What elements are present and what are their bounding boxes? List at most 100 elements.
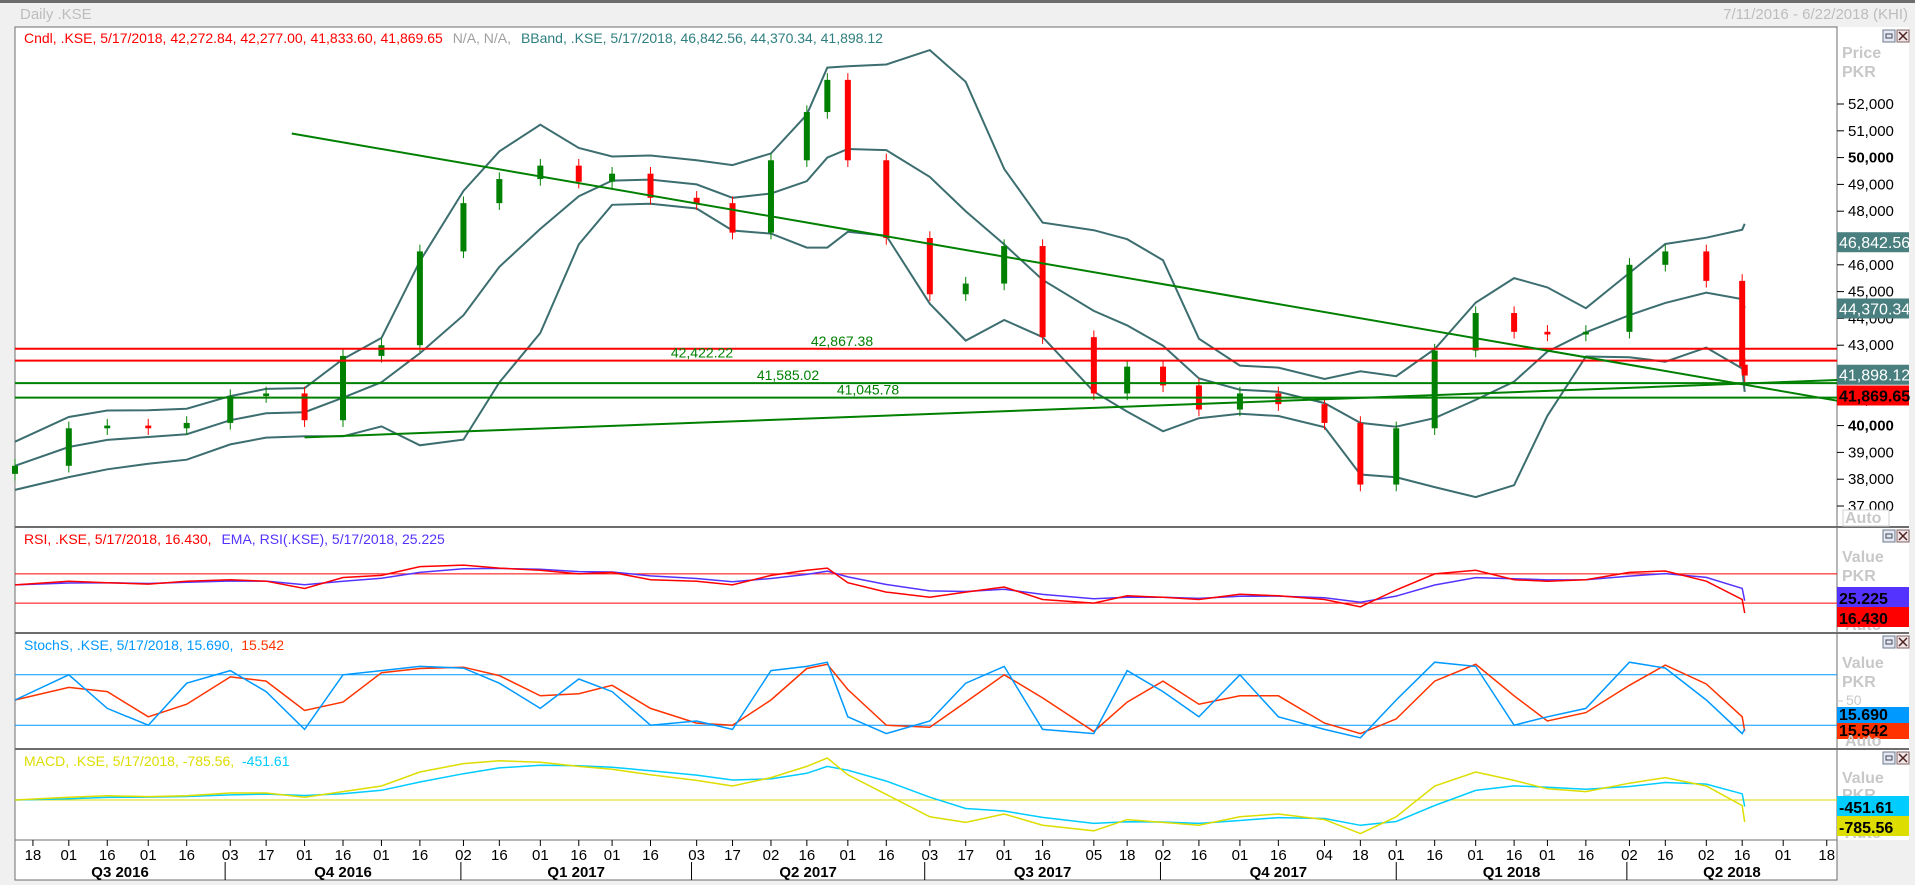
quarter-label: Q2 2017	[779, 864, 837, 881]
candle-body[interactable]	[1582, 331, 1589, 335]
horizontal-line-label: 41,045.78	[837, 382, 899, 398]
time-tick-label: 16	[1506, 847, 1523, 864]
price-tick-label: 43,000	[1848, 337, 1894, 354]
time-tick-label: 01	[60, 847, 77, 864]
candle-body[interactable]	[1472, 313, 1479, 351]
candle-body[interactable]	[1544, 331, 1551, 335]
candle-body[interactable]	[803, 112, 810, 161]
candle-body[interactable]	[1703, 251, 1710, 281]
candle-body[interactable]	[378, 345, 385, 356]
quarter-label: Q3 2017	[1014, 864, 1072, 881]
time-tick-label: 01	[373, 847, 390, 864]
time-tick-label: 17	[258, 847, 275, 864]
price-tick-label: 48,000	[1848, 203, 1894, 220]
value-badge-label: 41,898.12	[1839, 368, 1910, 385]
candle-body[interactable]	[962, 283, 969, 295]
candle-body[interactable]	[844, 79, 851, 161]
time-tick-label: 04	[1316, 847, 1333, 864]
time-tick-label: 01	[839, 847, 856, 864]
time-tick-label: 03	[222, 847, 239, 864]
candle-body[interactable]	[1511, 313, 1518, 332]
quarter-label: Q1 2018	[1483, 864, 1541, 881]
candle-body[interactable]	[12, 465, 18, 474]
candle-body[interactable]	[263, 393, 270, 397]
candle-body[interactable]	[1626, 264, 1633, 332]
price-tick-label: 40,000	[1848, 418, 1894, 435]
candle-body[interactable]	[340, 355, 347, 421]
candle-body[interactable]	[609, 173, 616, 182]
price-tick-label: 39,000	[1848, 444, 1894, 461]
stoch-auto-label[interactable]: Auto	[1845, 733, 1882, 750]
bband-legend: BBand, .KSE, 5/17/2018, 46,842.56, 44,37…	[521, 30, 883, 46]
stoch-axis-unit: PKR	[1842, 674, 1876, 691]
price-tick-label: 51,000	[1848, 123, 1894, 140]
time-tick-label: 01	[996, 847, 1013, 864]
candle-body[interactable]	[460, 203, 467, 252]
na-legend: N/A, N/A,	[453, 30, 511, 46]
candle-body[interactable]	[883, 160, 890, 238]
candle-body[interactable]	[1741, 364, 1748, 376]
candle-body[interactable]	[1662, 251, 1669, 265]
restore-panel-button[interactable]	[1882, 751, 1896, 765]
stoch-tick-50-label: 50	[1846, 692, 1862, 708]
time-tick-label: 01	[1388, 847, 1405, 864]
value-badge-label: 46,842.56	[1839, 235, 1910, 252]
macd-legend-value: MACD, .KSE, 5/17/2018, -785.56,	[24, 753, 234, 769]
candle-body[interactable]	[1321, 404, 1328, 423]
price-tick-label: 52,000	[1848, 96, 1894, 113]
quarter-label: Q1 2017	[547, 864, 605, 881]
candle-body[interactable]	[575, 165, 582, 182]
restore-panel-button[interactable]	[1882, 29, 1896, 43]
time-tick-label: 16	[335, 847, 352, 864]
candle-body[interactable]	[1090, 337, 1097, 394]
candle-body[interactable]	[824, 79, 831, 113]
candle-body[interactable]	[1039, 246, 1046, 338]
time-tick-label: 16	[1426, 847, 1443, 864]
time-tick-label: 17	[957, 847, 974, 864]
horizontal-line-label: 42,422.22	[671, 345, 733, 361]
auto-scale-label: Auto	[1845, 510, 1882, 527]
time-tick-label: 16	[1657, 847, 1674, 864]
price-tick-label: 46,000	[1848, 257, 1894, 274]
candle-body[interactable]	[496, 179, 503, 204]
time-tick-label: 02	[1621, 847, 1638, 864]
candle-body[interactable]	[1357, 422, 1364, 485]
candle-body[interactable]	[767, 160, 774, 233]
candle-body[interactable]	[1124, 366, 1131, 394]
stoch-d-legend: 15.542	[241, 637, 284, 653]
time-tick-label: 18	[25, 847, 42, 864]
restore-panel-button[interactable]	[1882, 529, 1896, 543]
time-tick-label: 02	[1698, 847, 1715, 864]
time-tick-label: 18	[1119, 847, 1136, 864]
value-badge-label: -451.61	[1839, 800, 1893, 817]
candle-body[interactable]	[145, 425, 152, 429]
candle-body[interactable]	[1393, 428, 1400, 485]
candle-body[interactable]	[1275, 393, 1282, 405]
candle-body[interactable]	[1431, 350, 1438, 429]
candle-body[interactable]	[416, 251, 423, 346]
candle-body[interactable]	[65, 428, 72, 466]
candle-body[interactable]	[729, 203, 736, 233]
time-tick-label: 01	[1467, 847, 1484, 864]
candle-body[interactable]	[183, 422, 190, 429]
value-badge-label: 16.430	[1839, 611, 1888, 628]
time-tick-label: 18	[1818, 847, 1835, 864]
candle-body[interactable]	[227, 396, 234, 423]
candle-body[interactable]	[104, 425, 111, 429]
rsi-legend: RSI, .KSE, 5/17/2018, 16.430, EMA, RSI(.…	[24, 531, 445, 547]
signal-legend-value: -451.61	[242, 753, 290, 769]
candle-body[interactable]	[1001, 246, 1008, 284]
macd-legend: MACD, .KSE, 5/17/2018, -785.56, -451.61	[24, 753, 290, 769]
time-tick-label: 16	[878, 847, 895, 864]
candle-body[interactable]	[926, 238, 933, 295]
time-tick-label: 02	[1155, 847, 1172, 864]
price-axis-title: Price	[1842, 45, 1881, 62]
time-tick-label: 01	[1775, 847, 1792, 864]
candle-body[interactable]	[1739, 280, 1746, 367]
time-tick-label: 01	[604, 847, 621, 864]
horizontal-line-label: 41,585.02	[757, 367, 819, 383]
restore-panel-button[interactable]	[1882, 635, 1896, 649]
price-legend: Cndl, .KSE, 5/17/2018, 42,272.84, 42,277…	[24, 30, 883, 46]
time-tick-label: 01	[532, 847, 549, 864]
time-tick-label: 16	[412, 847, 429, 864]
